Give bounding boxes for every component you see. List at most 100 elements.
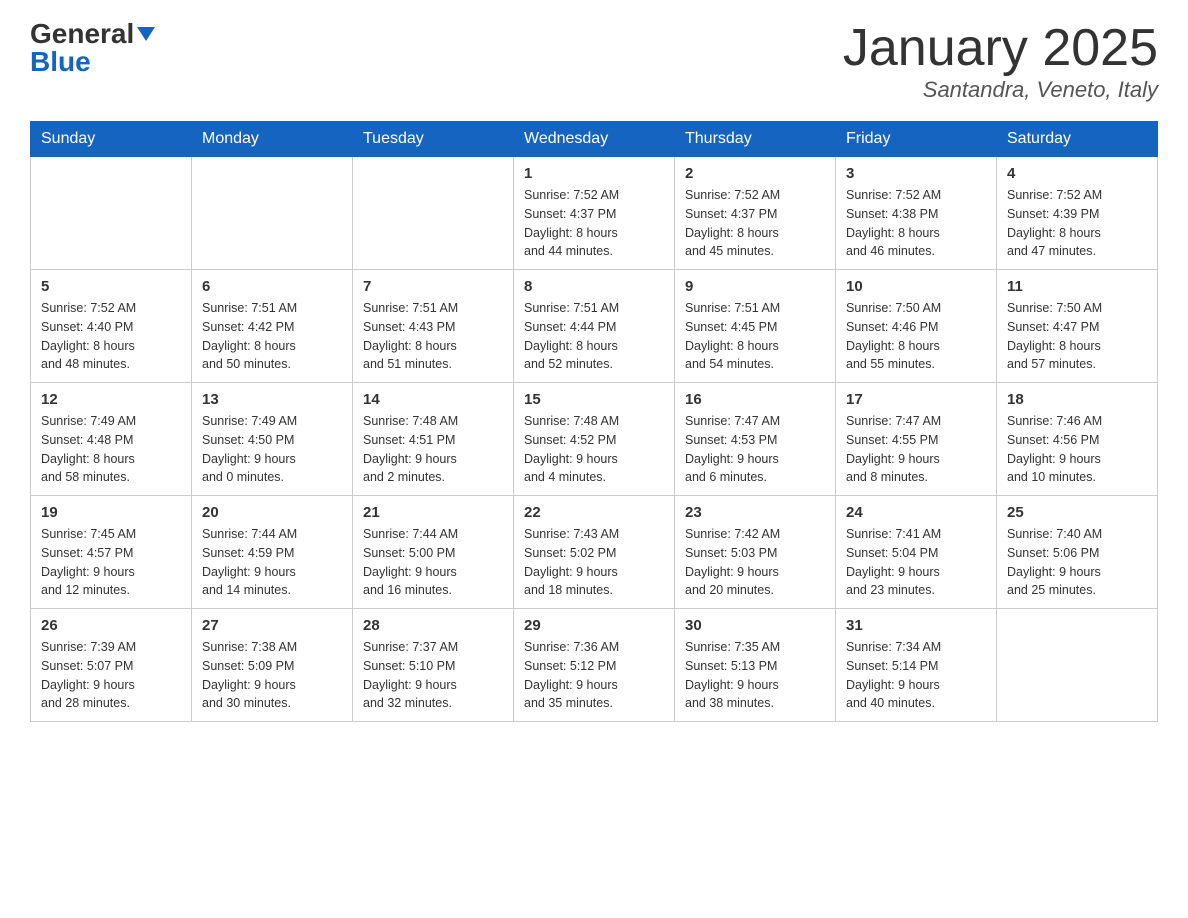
calendar-cell: 9 Sunrise: 7:51 AMSunset: 4:45 PMDaylight… <box>675 270 836 383</box>
day-info: Sunrise: 7:51 AMSunset: 4:42 PMDaylight:… <box>202 299 342 374</box>
calendar-header-monday: Monday <box>192 122 353 157</box>
day-number: 24 <box>846 504 986 521</box>
calendar-cell: 4 Sunrise: 7:52 AMSunset: 4:39 PMDaylight… <box>997 157 1158 270</box>
logo-general-text: General <box>30 20 155 48</box>
day-number: 8 <box>524 278 664 295</box>
day-info: Sunrise: 7:46 AMSunset: 4:56 PMDaylight:… <box>1007 412 1147 487</box>
calendar-cell <box>997 609 1158 722</box>
logo-blue-text: Blue <box>30 48 91 76</box>
day-number: 10 <box>846 278 986 295</box>
calendar-cell: 10 Sunrise: 7:50 AMSunset: 4:46 PMDayligh… <box>836 270 997 383</box>
day-info: Sunrise: 7:45 AMSunset: 4:57 PMDaylight:… <box>41 525 181 600</box>
day-info: Sunrise: 7:52 AMSunset: 4:37 PMDaylight:… <box>524 186 664 261</box>
day-info: Sunrise: 7:51 AMSunset: 4:43 PMDaylight:… <box>363 299 503 374</box>
day-info: Sunrise: 7:36 AMSunset: 5:12 PMDaylight:… <box>524 638 664 713</box>
day-info: Sunrise: 7:47 AMSunset: 4:53 PMDaylight:… <box>685 412 825 487</box>
day-number: 25 <box>1007 504 1147 521</box>
day-number: 11 <box>1007 278 1147 295</box>
day-number: 28 <box>363 617 503 634</box>
calendar-cell: 18 Sunrise: 7:46 AMSunset: 4:56 PMDayligh… <box>997 383 1158 496</box>
day-info: Sunrise: 7:49 AMSunset: 4:50 PMDaylight:… <box>202 412 342 487</box>
calendar-header-sunday: Sunday <box>31 122 192 157</box>
calendar-header-friday: Friday <box>836 122 997 157</box>
calendar-week-row: 5Sunrise: 7:52 AMSunset: 4:40 PMDaylight… <box>31 270 1158 383</box>
calendar-cell: 1Sunrise: 7:52 AMSunset: 4:37 PMDaylight… <box>514 157 675 270</box>
calendar-cell: 26 Sunrise: 7:39 AMSunset: 5:07 PMDayligh… <box>31 609 192 722</box>
day-number: 12 <box>41 391 181 408</box>
month-title: January 2025 <box>843 20 1158 77</box>
calendar-cell <box>353 157 514 270</box>
calendar-header-wednesday: Wednesday <box>514 122 675 157</box>
day-number: 22 <box>524 504 664 521</box>
calendar-cell: 16 Sunrise: 7:47 AMSunset: 4:53 PMDayligh… <box>675 383 836 496</box>
day-number: 6 <box>202 278 342 295</box>
day-info: Sunrise: 7:52 AMSunset: 4:40 PMDaylight:… <box>41 299 181 374</box>
day-info: Sunrise: 7:51 AMSunset: 4:45 PMDaylight:… <box>685 299 825 374</box>
calendar-cell: 6 Sunrise: 7:51 AMSunset: 4:42 PMDaylight… <box>192 270 353 383</box>
day-number: 21 <box>363 504 503 521</box>
day-number: 3 <box>846 165 986 182</box>
calendar-cell: 5Sunrise: 7:52 AMSunset: 4:40 PMDaylight… <box>31 270 192 383</box>
calendar-cell: 21 Sunrise: 7:44 AMSunset: 5:00 PMDayligh… <box>353 496 514 609</box>
calendar-header-thursday: Thursday <box>675 122 836 157</box>
calendar-cell <box>31 157 192 270</box>
calendar-week-row: 26 Sunrise: 7:39 AMSunset: 5:07 PMDayligh… <box>31 609 1158 722</box>
location: Santandra, Veneto, Italy <box>843 77 1158 103</box>
calendar-cell: 22 Sunrise: 7:43 AMSunset: 5:02 PMDayligh… <box>514 496 675 609</box>
calendar-cell: 19Sunrise: 7:45 AMSunset: 4:57 PMDayligh… <box>31 496 192 609</box>
calendar-cell: 27Sunrise: 7:38 AMSunset: 5:09 PMDayligh… <box>192 609 353 722</box>
day-number: 26 <box>41 617 181 634</box>
day-info: Sunrise: 7:40 AMSunset: 5:06 PMDaylight:… <box>1007 525 1147 600</box>
calendar-week-row: 1Sunrise: 7:52 AMSunset: 4:37 PMDaylight… <box>31 157 1158 270</box>
day-number: 29 <box>524 617 664 634</box>
calendar-header-saturday: Saturday <box>997 122 1158 157</box>
day-number: 13 <box>202 391 342 408</box>
day-number: 30 <box>685 617 825 634</box>
day-info: Sunrise: 7:38 AMSunset: 5:09 PMDaylight:… <box>202 638 342 713</box>
day-number: 4 <box>1007 165 1147 182</box>
calendar-cell: 11 Sunrise: 7:50 AMSunset: 4:47 PMDayligh… <box>997 270 1158 383</box>
calendar-table: SundayMondayTuesdayWednesdayThursdayFrid… <box>30 121 1158 722</box>
day-info: Sunrise: 7:48 AMSunset: 4:52 PMDaylight:… <box>524 412 664 487</box>
calendar-cell: 30 Sunrise: 7:35 AMSunset: 5:13 PMDayligh… <box>675 609 836 722</box>
calendar-cell: 29 Sunrise: 7:36 AMSunset: 5:12 PMDayligh… <box>514 609 675 722</box>
calendar-cell: 12 Sunrise: 7:49 AMSunset: 4:48 PMDayligh… <box>31 383 192 496</box>
day-info: Sunrise: 7:48 AMSunset: 4:51 PMDaylight:… <box>363 412 503 487</box>
day-info: Sunrise: 7:43 AMSunset: 5:02 PMDaylight:… <box>524 525 664 600</box>
day-number: 2 <box>685 165 825 182</box>
day-number: 16 <box>685 391 825 408</box>
calendar-week-row: 19Sunrise: 7:45 AMSunset: 4:57 PMDayligh… <box>31 496 1158 609</box>
calendar-cell: 14 Sunrise: 7:48 AMSunset: 4:51 PMDayligh… <box>353 383 514 496</box>
day-info: Sunrise: 7:37 AMSunset: 5:10 PMDaylight:… <box>363 638 503 713</box>
day-info: Sunrise: 7:52 AMSunset: 4:39 PMDaylight:… <box>1007 186 1147 261</box>
day-info: Sunrise: 7:50 AMSunset: 4:47 PMDaylight:… <box>1007 299 1147 374</box>
calendar-cell: 3Sunrise: 7:52 AMSunset: 4:38 PMDaylight… <box>836 157 997 270</box>
calendar-cell: 25 Sunrise: 7:40 AMSunset: 5:06 PMDayligh… <box>997 496 1158 609</box>
calendar-cell: 17 Sunrise: 7:47 AMSunset: 4:55 PMDayligh… <box>836 383 997 496</box>
calendar-cell <box>192 157 353 270</box>
day-info: Sunrise: 7:49 AMSunset: 4:48 PMDaylight:… <box>41 412 181 487</box>
calendar-week-row: 12 Sunrise: 7:49 AMSunset: 4:48 PMDayligh… <box>31 383 1158 496</box>
calendar-cell: 31Sunrise: 7:34 AMSunset: 5:14 PMDayligh… <box>836 609 997 722</box>
day-info: Sunrise: 7:44 AMSunset: 5:00 PMDaylight:… <box>363 525 503 600</box>
day-number: 23 <box>685 504 825 521</box>
day-number: 9 <box>685 278 825 295</box>
calendar-cell: 20Sunrise: 7:44 AMSunset: 4:59 PMDayligh… <box>192 496 353 609</box>
day-info: Sunrise: 7:35 AMSunset: 5:13 PMDaylight:… <box>685 638 825 713</box>
day-info: Sunrise: 7:42 AMSunset: 5:03 PMDaylight:… <box>685 525 825 600</box>
calendar-cell: 23 Sunrise: 7:42 AMSunset: 5:03 PMDayligh… <box>675 496 836 609</box>
day-number: 15 <box>524 391 664 408</box>
day-info: Sunrise: 7:39 AMSunset: 5:07 PMDaylight:… <box>41 638 181 713</box>
day-number: 14 <box>363 391 503 408</box>
day-info: Sunrise: 7:47 AMSunset: 4:55 PMDaylight:… <box>846 412 986 487</box>
logo: General Blue <box>30 20 155 76</box>
day-info: Sunrise: 7:50 AMSunset: 4:46 PMDaylight:… <box>846 299 986 374</box>
day-number: 20 <box>202 504 342 521</box>
day-info: Sunrise: 7:34 AMSunset: 5:14 PMDaylight:… <box>846 638 986 713</box>
day-info: Sunrise: 7:52 AMSunset: 4:37 PMDaylight:… <box>685 186 825 261</box>
day-number: 18 <box>1007 391 1147 408</box>
title-block: January 2025 Santandra, Veneto, Italy <box>843 20 1158 103</box>
day-number: 17 <box>846 391 986 408</box>
calendar-cell: 24Sunrise: 7:41 AMSunset: 5:04 PMDayligh… <box>836 496 997 609</box>
calendar-header-row: SundayMondayTuesdayWednesdayThursdayFrid… <box>31 122 1158 157</box>
